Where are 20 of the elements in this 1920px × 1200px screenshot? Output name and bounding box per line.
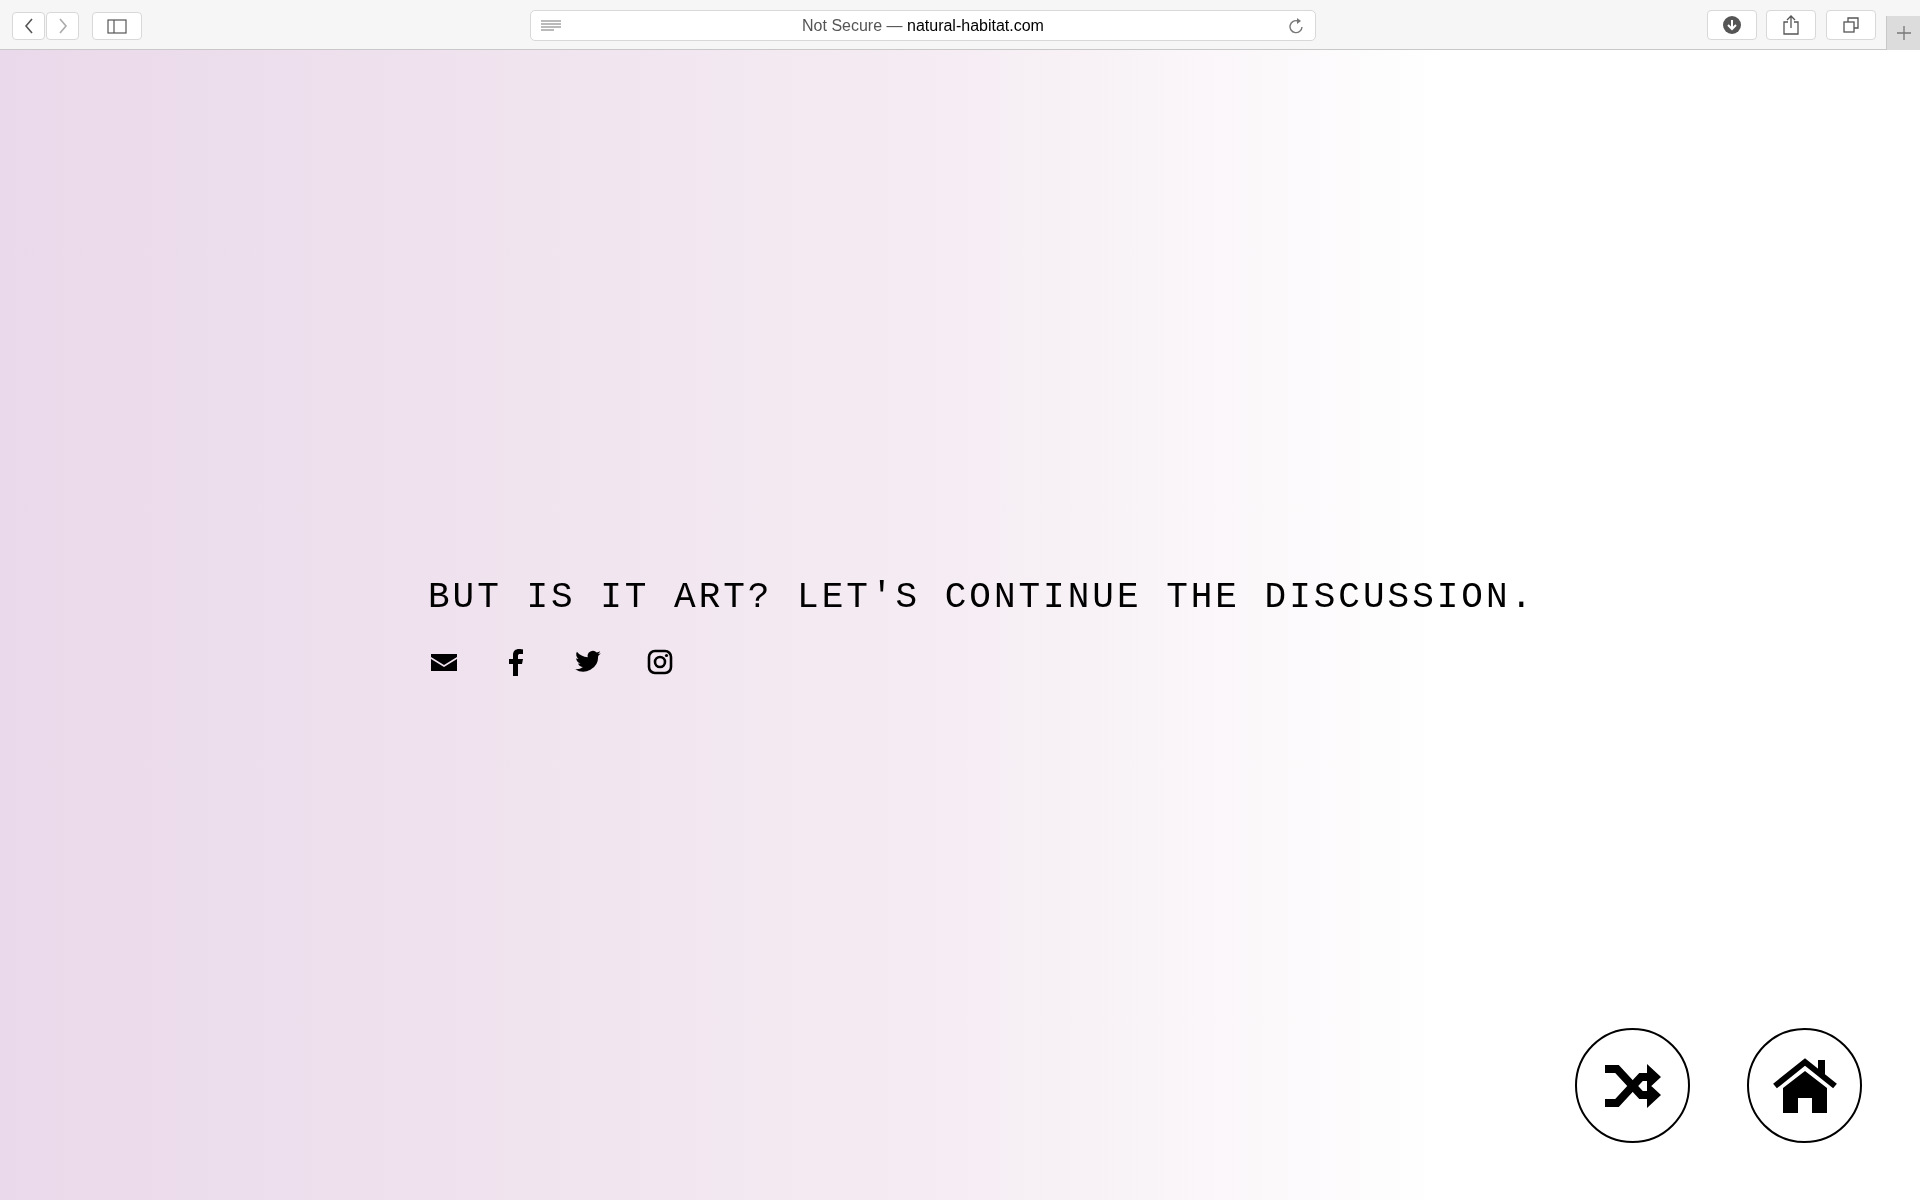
back-button[interactable] <box>12 12 45 40</box>
tabs-icon <box>1843 17 1859 33</box>
share-icon <box>1783 15 1799 35</box>
sidebar-icon <box>107 18 127 34</box>
sidebar-button[interactable] <box>92 12 142 40</box>
address-text: Not Secure — natural-habitat.com <box>802 15 1044 36</box>
home-icon <box>1771 1057 1838 1114</box>
address-bar[interactable]: Not Secure — natural-habitat.com <box>530 10 1316 41</box>
heading-text: BUT IS IT ART? LET'S CONTINUE THE DISCUSSION. <box>428 578 1536 618</box>
download-icon <box>1723 16 1741 34</box>
tabs-button[interactable] <box>1826 10 1876 40</box>
reload-icon[interactable] <box>1289 18 1305 35</box>
forward-icon <box>57 18 68 34</box>
instagram-link[interactable] <box>646 648 674 676</box>
download-button[interactable] <box>1707 10 1757 40</box>
instagram-icon <box>646 648 674 676</box>
share-button[interactable] <box>1766 10 1816 40</box>
back-icon <box>23 18 34 34</box>
plus-icon <box>1896 26 1911 40</box>
reader-icon <box>541 20 561 32</box>
